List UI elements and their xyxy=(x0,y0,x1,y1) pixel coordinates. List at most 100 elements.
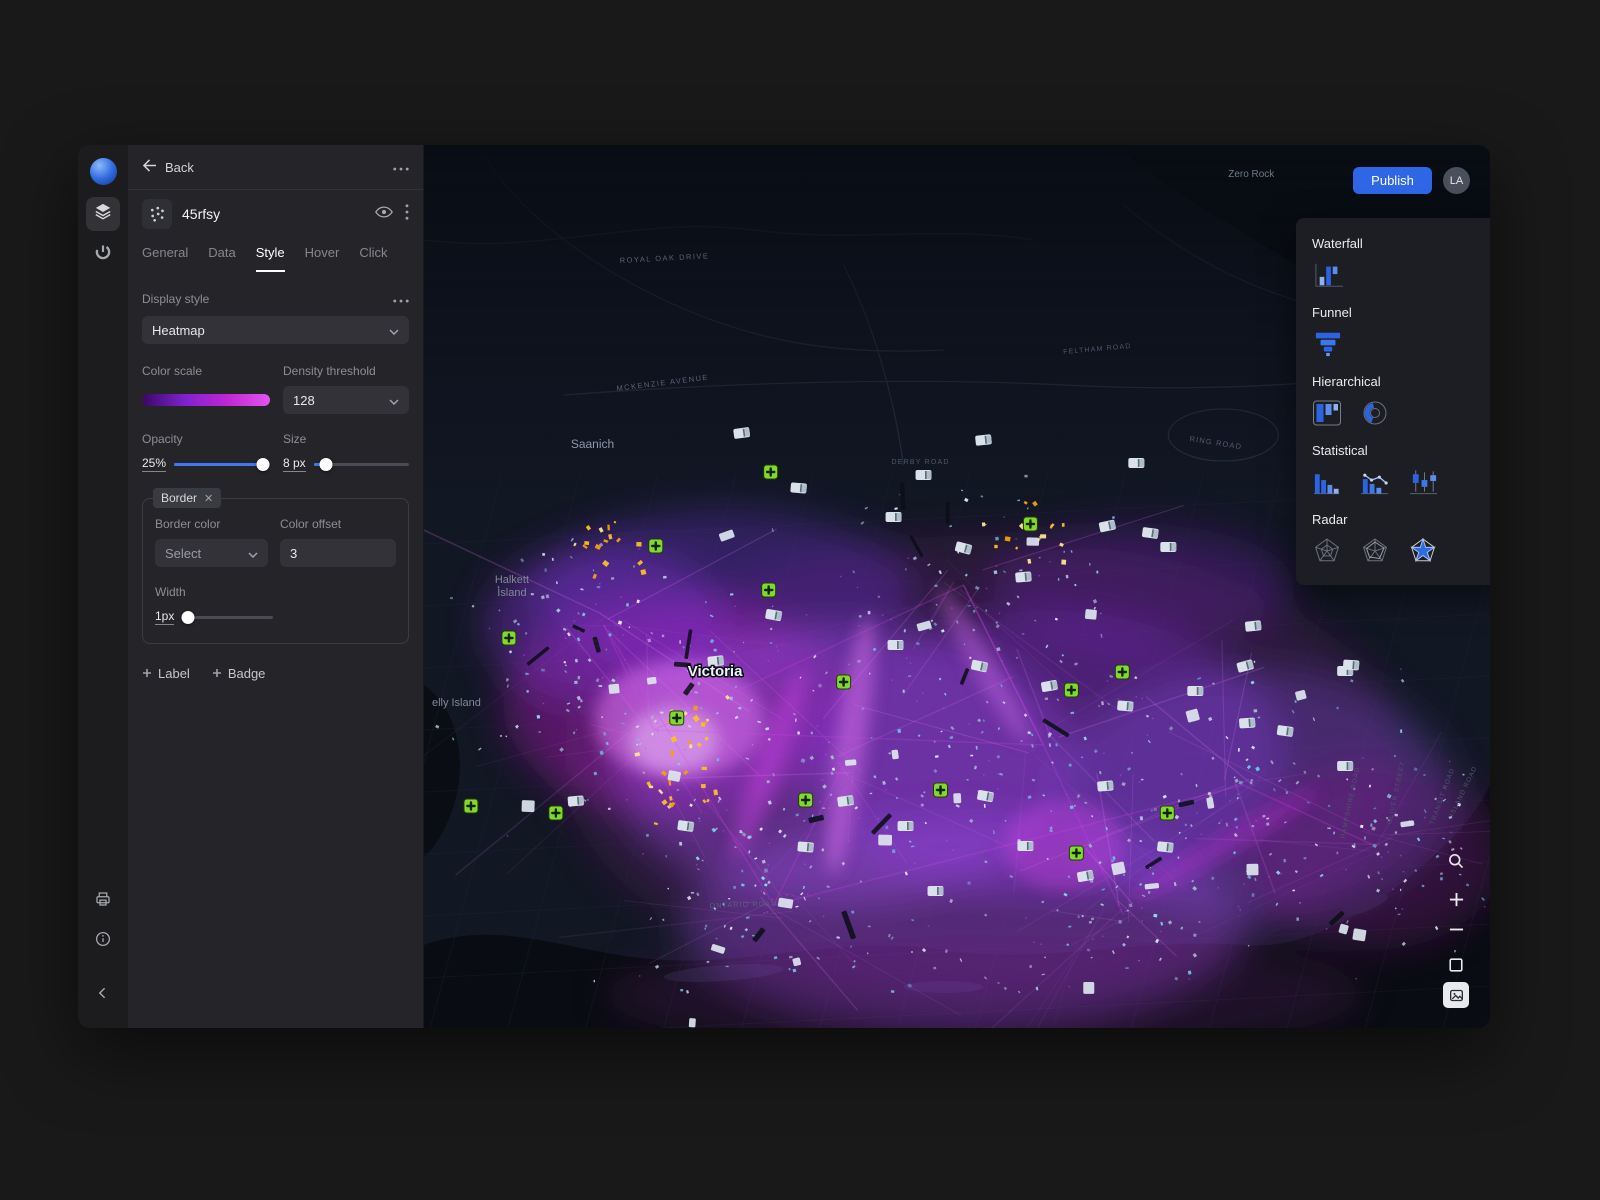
map-search-button[interactable] xyxy=(1443,848,1469,874)
info-button[interactable] xyxy=(86,924,120,958)
layer-name: 45rfsy xyxy=(182,206,365,222)
border-settings-card: Border ✕ Border color Color offset Selec… xyxy=(142,498,409,644)
icon-rail xyxy=(78,145,128,1028)
pie-chart-icon xyxy=(94,243,112,266)
add-badge-button[interactable]: Badge xyxy=(212,666,266,681)
charts-nav-button[interactable] xyxy=(86,237,120,271)
opacity-label: Opacity xyxy=(142,432,270,446)
chevron-down-icon xyxy=(248,546,258,561)
info-icon xyxy=(94,930,112,953)
color-offset-input[interactable]: 3 xyxy=(280,539,396,567)
size-control: 8 px xyxy=(283,456,409,472)
chevron-down-icon xyxy=(389,393,399,408)
histogram-chart-icon[interactable] xyxy=(1312,468,1341,496)
radar-star-chart-icon-selected[interactable] xyxy=(1408,537,1438,565)
back-arrow-icon xyxy=(142,159,157,175)
collapse-sidebar-button[interactable] xyxy=(86,978,120,1012)
border-color-select[interactable]: Select xyxy=(155,539,268,567)
color-offset-label: Color offset xyxy=(280,517,396,531)
layers-icon xyxy=(94,202,112,226)
svg-text:Island: Island xyxy=(497,587,526,599)
print-button[interactable] xyxy=(86,884,120,918)
display-style-select[interactable]: Heatmap xyxy=(142,316,409,344)
border-width-slider[interactable] xyxy=(182,611,273,624)
display-style-menu-button[interactable] xyxy=(393,290,409,308)
section-title-statistical: Statistical xyxy=(1312,443,1488,458)
fullscreen-button[interactable] xyxy=(1443,952,1469,978)
border-width-label: Width xyxy=(155,585,186,599)
radar-line-chart-icon[interactable] xyxy=(1360,537,1390,565)
border-color-value: Select xyxy=(165,546,201,561)
candlestick-chart-icon[interactable] xyxy=(1408,468,1439,496)
sunburst-chart-icon[interactable] xyxy=(1360,399,1390,427)
opacity-control: 25% xyxy=(142,456,270,472)
panel-menu-button[interactable] xyxy=(393,158,409,176)
layer-row[interactable]: 45rfsy xyxy=(128,190,423,238)
layer-panel: Back 45rfsy General Data Styl xyxy=(128,145,424,1028)
tab-hover[interactable]: Hover xyxy=(305,245,340,272)
svg-text:Victoria: Victoria xyxy=(688,663,743,680)
add-label-text: Label xyxy=(158,666,190,681)
app-logo[interactable] xyxy=(90,158,117,185)
pareto-chart-icon[interactable] xyxy=(1359,468,1390,496)
tab-general[interactable]: General xyxy=(142,245,188,272)
border-chip[interactable]: Border ✕ xyxy=(153,488,221,508)
size-value[interactable]: 8 px xyxy=(283,456,306,472)
border-width-value[interactable]: 1px xyxy=(155,609,174,625)
tab-data[interactable]: Data xyxy=(208,245,235,272)
layer-kebab-menu[interactable] xyxy=(405,204,409,225)
color-scale-label: Color scale xyxy=(142,364,270,378)
section-title-waterfall: Waterfall xyxy=(1312,236,1488,251)
tab-style[interactable]: Style xyxy=(256,245,285,272)
add-label-button[interactable]: Label xyxy=(142,666,190,681)
size-label: Size xyxy=(283,432,409,446)
plus-icon xyxy=(212,666,222,681)
style-tab-content: Display style Heatmap Color scale Densit… xyxy=(128,272,423,1028)
chevron-down-icon xyxy=(389,323,399,338)
layer-type-icon xyxy=(142,199,172,229)
opacity-slider[interactable] xyxy=(174,458,270,471)
plus-icon xyxy=(142,666,152,681)
chevron-left-icon xyxy=(95,985,111,1006)
size-slider[interactable] xyxy=(314,458,409,471)
publish-button[interactable]: Publish xyxy=(1353,167,1432,194)
color-offset-value: 3 xyxy=(290,546,297,561)
panel-tabs: General Data Style Hover Click xyxy=(128,238,423,272)
panel-header: Back xyxy=(128,145,423,190)
display-style-value: Heatmap xyxy=(152,323,205,338)
chart-type-picker: Waterfall Funnel Hierarchical xyxy=(1296,218,1490,585)
app-window: Back 45rfsy General Data Styl xyxy=(78,145,1490,1028)
back-label: Back xyxy=(165,160,194,175)
radar-web-chart-icon[interactable] xyxy=(1312,537,1342,565)
tab-click[interactable]: Click xyxy=(359,245,387,272)
section-title-radar: Radar xyxy=(1312,512,1488,527)
density-threshold-select[interactable]: 128 xyxy=(283,386,409,414)
waterfall-chart-icon[interactable] xyxy=(1312,261,1346,289)
section-title-hierarchical: Hierarchical xyxy=(1312,374,1488,389)
printer-icon xyxy=(94,890,112,913)
funnel-chart-icon[interactable] xyxy=(1312,330,1344,358)
map-area: Zero RockROYAL OAK DRIVEMCKENZIE AVENUES… xyxy=(424,145,1490,1028)
color-scale-swatch[interactable] xyxy=(142,386,270,414)
svg-text:Saanich: Saanich xyxy=(571,437,614,451)
basemap-image-button[interactable] xyxy=(1443,982,1469,1008)
layer-visibility-button[interactable] xyxy=(375,205,393,223)
density-threshold-value: 128 xyxy=(293,393,315,408)
icicle-chart-icon[interactable] xyxy=(1312,399,1342,427)
section-title-funnel: Funnel xyxy=(1312,305,1488,320)
svg-text:Zero Rock: Zero Rock xyxy=(1228,169,1274,180)
border-color-label: Border color xyxy=(155,517,268,531)
border-width-control: 1px xyxy=(155,609,273,625)
svg-text:DERBY ROAD: DERBY ROAD xyxy=(892,459,950,466)
svg-text:elly Island: elly Island xyxy=(432,697,481,709)
opacity-value[interactable]: 25% xyxy=(142,456,166,472)
zoom-in-button[interactable] xyxy=(1443,886,1469,912)
back-button[interactable]: Back xyxy=(142,159,194,175)
add-badge-text: Badge xyxy=(228,666,266,681)
layers-nav-button[interactable] xyxy=(86,197,120,231)
zoom-out-button[interactable] xyxy=(1443,916,1469,942)
user-avatar[interactable]: LA xyxy=(1443,167,1470,194)
svg-text:Halkett: Halkett xyxy=(495,574,529,586)
display-style-label: Display style xyxy=(142,292,209,306)
remove-border-icon[interactable]: ✕ xyxy=(204,492,213,505)
